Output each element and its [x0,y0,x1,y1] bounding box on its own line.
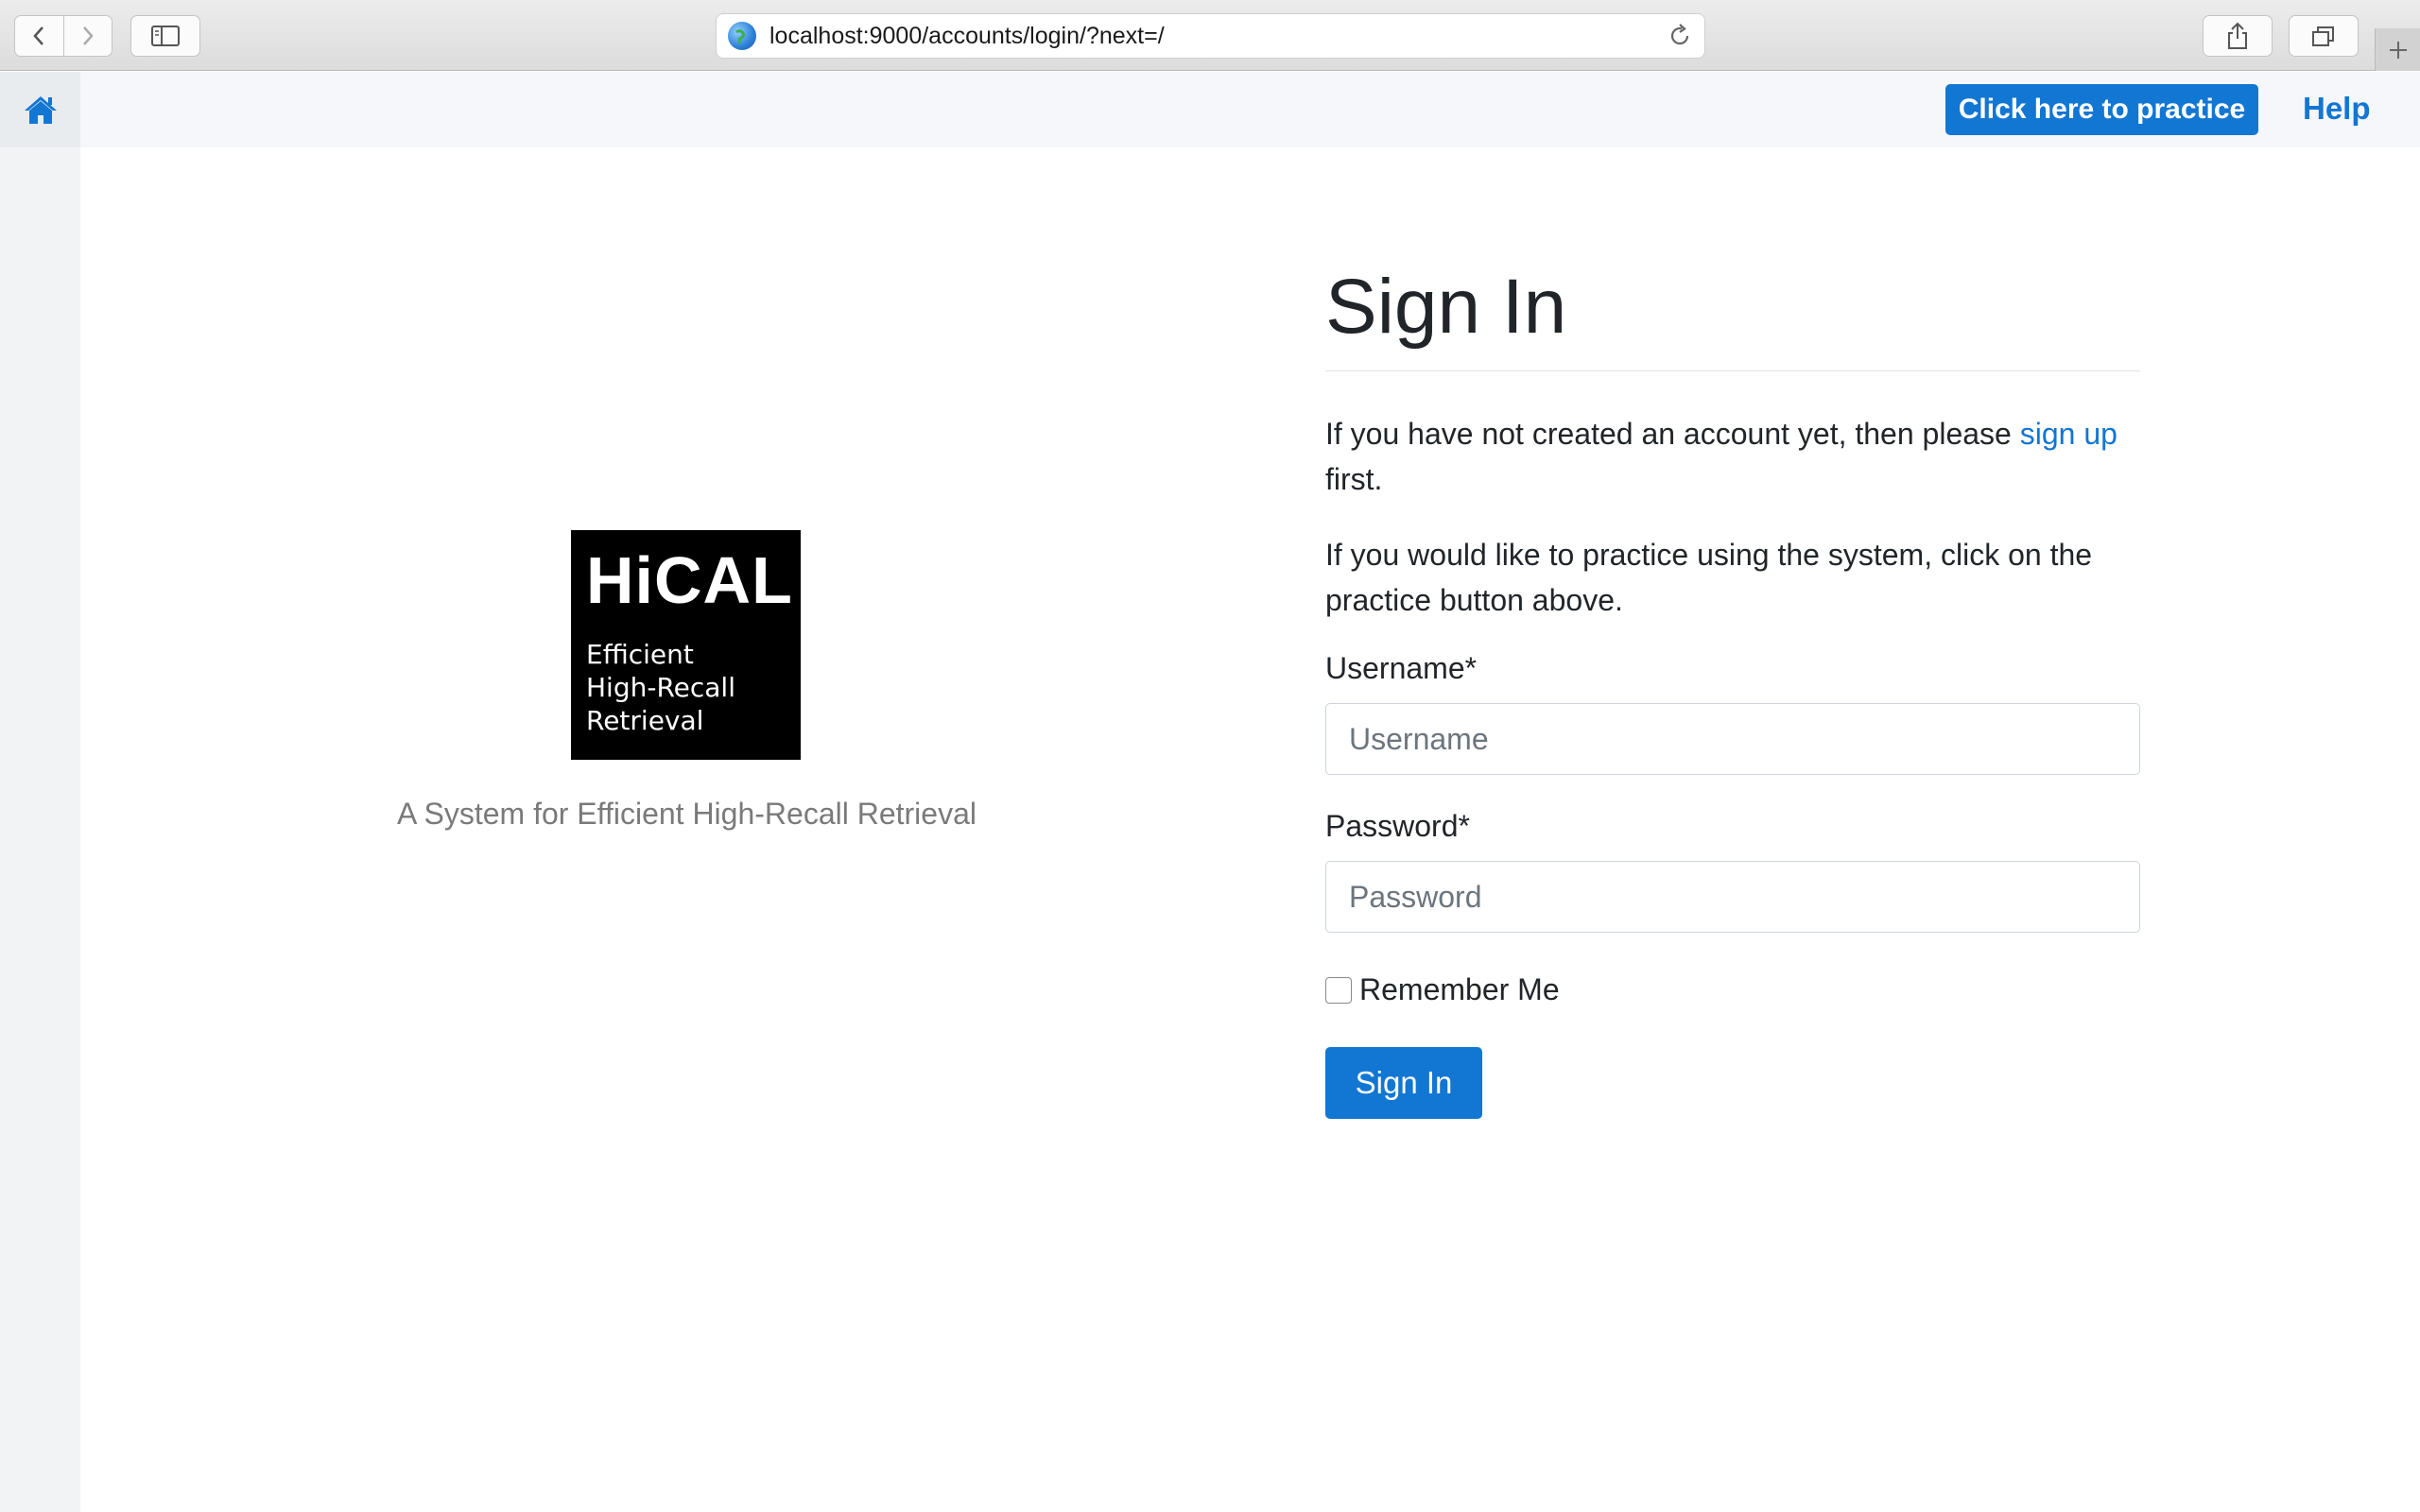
plus-icon [2389,41,2407,59]
sign-in-form: Sign In If you have not created an accou… [1325,255,2140,1119]
home-icon [24,96,57,124]
reload-icon[interactable] [1667,23,1693,49]
practice-hint: If you would like to practice using the … [1325,538,2093,617]
username-label: Username* [1325,651,1478,685]
new-tab-button[interactable] [2375,28,2420,71]
remember-checkbox[interactable] [1325,976,1352,1004]
share-icon [2228,22,2247,49]
history-nav [14,15,112,57]
globe-icon [728,22,756,50]
back-icon [33,26,44,45]
tabs-button[interactable] [2289,15,2359,57]
sign-in-button[interactable]: Sign In [1325,1047,1482,1119]
url-text: localhost:9000/accounts/login/?next=/ [769,22,1165,49]
back-button[interactable] [15,16,63,56]
hical-logo: HiCAL Efficient High-Recall Retrieval [571,530,801,760]
browser-toolbar: localhost:9000/accounts/login/?next=/ [0,0,2420,71]
signup-prompt-text: If you have not created an account yet, … [1325,417,2020,451]
sidebar-icon [151,26,180,46]
remember-me: Remember Me [1325,972,2140,1007]
username-input[interactable] [1325,703,2140,775]
home-button[interactable] [0,72,80,147]
logo-brand: HiCAL [586,543,793,617]
logo-tag-line: Retrieval [586,705,704,736]
logo-tagline: Efficient High-Recall Retrieval [586,638,786,737]
remember-label[interactable]: Remember Me [1359,972,1560,1007]
password-input[interactable] [1325,861,2140,933]
signup-prompt-end: first. [1325,462,1383,496]
help-link[interactable]: Help [2303,91,2371,127]
address-bar[interactable]: localhost:9000/accounts/login/?next=/ [716,13,1705,59]
title-divider [1325,370,2140,371]
logo-caption: A System for Efficient High-Recall Retri… [397,797,977,831]
logo-tag-line: High-Recall [586,672,735,703]
share-button[interactable] [2203,15,2273,57]
sidebar-toggle-button[interactable] [130,15,200,57]
signup-link[interactable]: sign up [2020,417,2118,451]
signup-prompt: If you have not created an account yet, … [1325,411,2140,502]
logo-tag-line: Efficient [586,639,694,670]
practice-button[interactable]: Click here to practice [1945,84,2258,135]
tabs-icon [2312,26,2334,46]
page-title: Sign In [1325,264,1567,350]
password-label: Password* [1325,809,1470,843]
sidebar [0,72,80,1512]
forward-button[interactable] [62,16,112,56]
forward-icon [82,26,94,45]
